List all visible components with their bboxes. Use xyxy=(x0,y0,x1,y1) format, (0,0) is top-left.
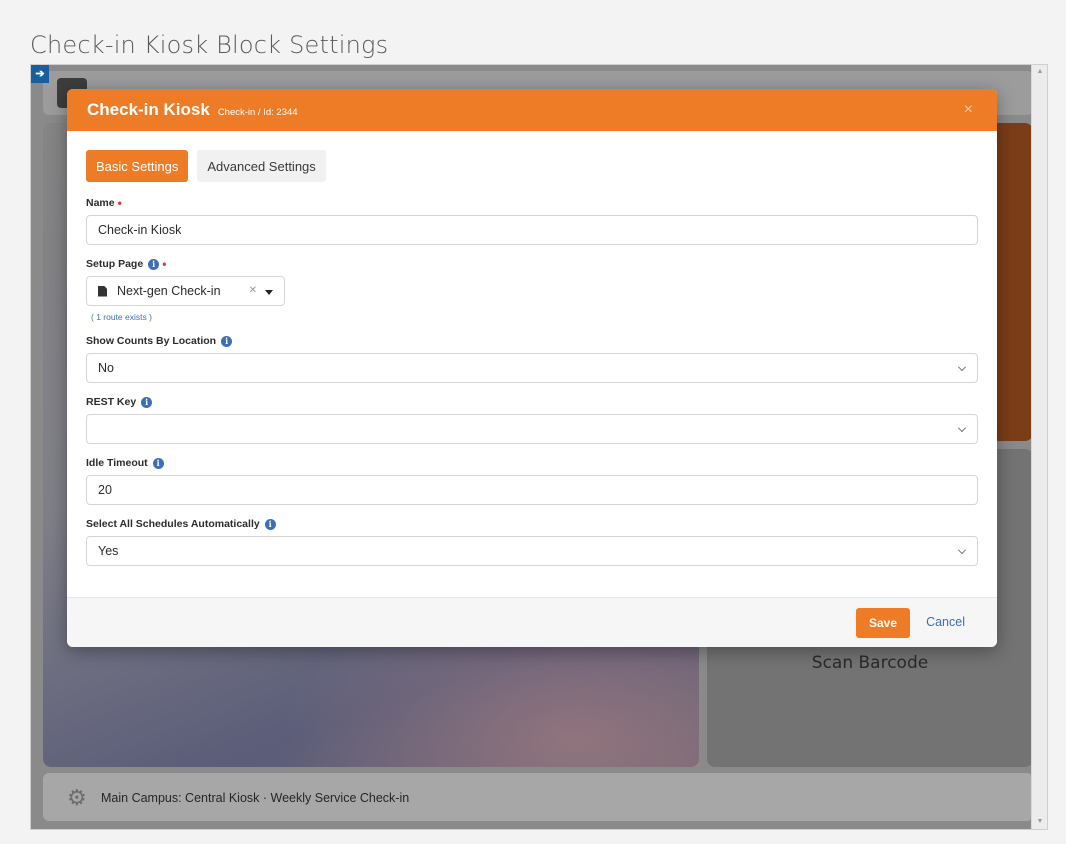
rest-key-field-group: REST Key i xyxy=(86,395,978,444)
block-settings-modal: Check-in Kiosk Check-in / Id: 2344 × Bas… xyxy=(67,89,997,647)
save-button[interactable]: Save xyxy=(856,608,910,638)
chevron-down-icon xyxy=(958,546,966,554)
setup-page-picker[interactable]: Next-gen Check-in ✕ xyxy=(86,276,285,306)
chevron-down-icon xyxy=(958,424,966,432)
close-icon[interactable]: × xyxy=(964,101,973,119)
rest-key-label: REST Key i xyxy=(86,395,977,409)
info-icon[interactable]: i xyxy=(141,396,153,408)
select-all-select[interactable]: Yes xyxy=(86,536,978,566)
name-input[interactable]: Check-in Kiosk xyxy=(86,215,978,245)
scroll-up-arrow-icon[interactable]: ▲ xyxy=(1032,65,1047,79)
modal-subtitle: Check-in / Id: 2344 xyxy=(217,106,298,118)
select-all-value: Yes xyxy=(98,544,119,558)
setup-page-field-group: Setup Page i • Next-gen Check-in ✕ ( 1 r… xyxy=(86,257,977,322)
select-all-label-text: Select All Schedules Automatically xyxy=(86,518,260,530)
kiosk-footer-bar: ⚙ Main Campus: Central Kiosk · Weekly Se… xyxy=(43,773,1033,821)
modal-header: Check-in Kiosk Check-in / Id: 2344 × xyxy=(67,89,997,131)
setup-page-label: Setup Page i • xyxy=(86,257,977,271)
info-icon[interactable]: i xyxy=(264,518,276,530)
idle-timeout-label-text: Idle Timeout xyxy=(86,457,148,469)
clear-icon[interactable]: ✕ xyxy=(249,285,257,296)
name-field-group: Name • Check-in Kiosk xyxy=(86,196,978,245)
modal-footer: Save Cancel xyxy=(67,597,997,647)
caret-down-icon[interactable] xyxy=(265,290,273,295)
show-counts-field-group: Show Counts By Location i No xyxy=(86,334,978,383)
select-all-label: Select All Schedules Automatically i xyxy=(86,517,977,531)
tab-basic-settings[interactable]: Basic Settings xyxy=(86,150,189,182)
idle-timeout-label: Idle Timeout i xyxy=(86,456,977,470)
modal-body: Basic Settings Advanced Settings Name • … xyxy=(67,131,997,566)
setup-page-value: Next-gen Check-in xyxy=(117,284,221,298)
file-icon xyxy=(98,285,107,297)
info-icon[interactable]: i xyxy=(152,457,164,469)
info-icon[interactable]: i xyxy=(148,258,160,270)
show-counts-select[interactable]: No xyxy=(86,353,978,383)
scroll-down-arrow-icon[interactable]: ▼ xyxy=(1032,815,1047,829)
gear-icon[interactable]: ⚙ xyxy=(67,785,87,811)
modal-title: Check-in Kiosk xyxy=(87,100,210,119)
scan-barcode-label: Scan Barcode xyxy=(811,653,929,673)
idle-timeout-input[interactable]: 20 xyxy=(86,475,978,505)
setup-page-label-text: Setup Page xyxy=(86,258,144,270)
name-label-text: Name xyxy=(86,197,115,209)
toggle-arrow-icon[interactable]: ➔ xyxy=(31,65,49,83)
required-asterisk: • xyxy=(117,196,122,210)
kiosk-footer-text: Main Campus: Central Kiosk · Weekly Serv… xyxy=(101,791,410,805)
frame-scrollbar[interactable]: ▲ ▼ xyxy=(1031,65,1047,829)
show-counts-value: No xyxy=(98,361,114,375)
idle-timeout-field-group: Idle Timeout i 20 xyxy=(86,456,978,505)
chevron-down-icon xyxy=(958,363,966,371)
rest-key-select[interactable] xyxy=(86,414,978,444)
show-counts-label-text: Show Counts By Location xyxy=(86,335,217,347)
settings-tabs: Basic Settings Advanced Settings xyxy=(86,150,977,182)
show-counts-label: Show Counts By Location i xyxy=(86,334,977,348)
required-asterisk: • xyxy=(162,257,167,271)
tab-advanced-settings[interactable]: Advanced Settings xyxy=(197,150,326,182)
rest-key-label-text: REST Key xyxy=(86,396,137,408)
info-icon[interactable]: i xyxy=(221,335,233,347)
route-exists-note: ( 1 route exists ) xyxy=(91,312,152,322)
select-all-field-group: Select All Schedules Automatically i Yes xyxy=(86,517,978,566)
page-title: Check-in Kiosk Block Settings xyxy=(30,31,389,59)
name-label: Name • xyxy=(86,196,977,210)
cancel-link[interactable]: Cancel xyxy=(926,615,965,629)
